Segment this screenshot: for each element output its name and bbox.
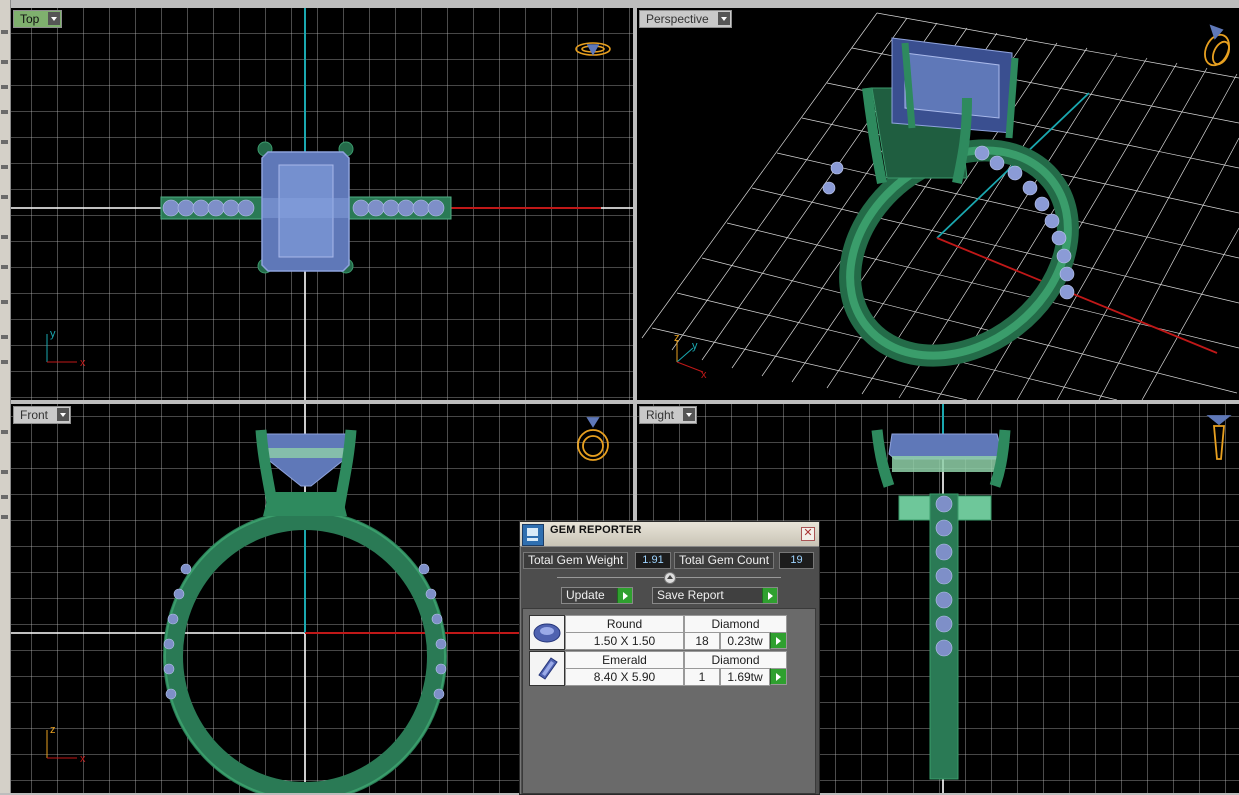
gem-size: 1.50 X 1.50 xyxy=(565,632,684,650)
gem-reporter-titlebar[interactable]: GEM REPORTER ✕ xyxy=(520,522,819,547)
gem-material: Diamond xyxy=(684,651,787,669)
gem-details-button[interactable] xyxy=(770,668,787,685)
total-gem-count: Total Gem Count 19 xyxy=(674,552,814,569)
gem-count: 18 xyxy=(684,632,720,650)
gem-size: 8.40 X 5.90 xyxy=(565,668,684,686)
round-gem-icon xyxy=(529,615,565,650)
gem-weight: 1.69tw xyxy=(720,668,770,686)
play-icon xyxy=(617,588,632,603)
update-button[interactable]: Update xyxy=(561,587,633,604)
gem-details-button[interactable] xyxy=(770,632,787,649)
viewport-right-label[interactable]: Right xyxy=(639,406,698,424)
list-item[interactable]: Round Diamond 1.50 X 1.50 18 0.23tw xyxy=(529,615,787,650)
chevron-down-icon[interactable] xyxy=(717,12,730,25)
gem-shape: Emerald xyxy=(565,651,684,669)
gem-reporter-app-icon xyxy=(522,524,544,546)
chevron-down-icon[interactable] xyxy=(683,408,696,421)
left-toolbar[interactable] xyxy=(0,0,11,793)
svg-text:x: x xyxy=(80,753,86,765)
chevron-down-icon[interactable] xyxy=(48,12,61,25)
total-gem-count-value: 19 xyxy=(779,552,814,569)
axis-gizmo xyxy=(676,340,704,373)
viewport-perspective[interactable]: Perspective z y x xyxy=(637,8,1239,400)
total-gem-weight-label: Total Gem Weight xyxy=(523,552,629,569)
gem-shape: Round xyxy=(565,615,684,633)
chevron-down-icon[interactable] xyxy=(57,408,70,421)
viewport-top-label[interactable]: Top xyxy=(13,10,63,28)
perspective-view-canvas: z y x xyxy=(641,12,1239,400)
svg-text:y: y xyxy=(692,340,698,352)
viewport-top[interactable]: Top y x xyxy=(11,8,633,400)
total-gem-weight-value: 1.91 xyxy=(635,552,671,569)
svg-text:z: z xyxy=(674,332,680,344)
gem-list: Round Diamond 1.50 X 1.50 18 0.23tw Emer… xyxy=(522,608,816,794)
gem-reporter-panel: GEM REPORTER ✕ Total Gem Weight 1.91 Tot… xyxy=(519,521,820,795)
collapse-toggle-icon[interactable] xyxy=(664,572,676,584)
gem-material: Diamond xyxy=(684,615,787,633)
viewport-front-label[interactable]: Front xyxy=(13,406,72,424)
gem-count: 1 xyxy=(684,668,720,686)
play-icon xyxy=(762,588,777,603)
gem-weight: 0.23tw xyxy=(720,632,770,650)
total-gem-weight: Total Gem Weight 1.91 xyxy=(523,552,671,569)
gem-reporter-title: GEM REPORTER xyxy=(550,524,642,536)
svg-text:x: x xyxy=(701,369,707,381)
svg-text:x: x xyxy=(80,357,86,369)
svg-text:y: y xyxy=(50,328,56,340)
total-gem-count-label: Total Gem Count xyxy=(674,552,775,569)
viewport-perspective-label[interactable]: Perspective xyxy=(639,10,732,28)
emerald-gem-icon xyxy=(529,651,565,686)
top-view-canvas: y x xyxy=(11,8,633,400)
ring-view-icon xyxy=(1204,24,1231,67)
svg-text:z: z xyxy=(50,724,56,736)
close-icon[interactable]: ✕ xyxy=(801,527,815,541)
list-item[interactable]: Emerald Diamond 8.40 X 5.90 1 1.69tw xyxy=(529,651,787,686)
save-report-button[interactable]: Save Report xyxy=(652,587,778,604)
